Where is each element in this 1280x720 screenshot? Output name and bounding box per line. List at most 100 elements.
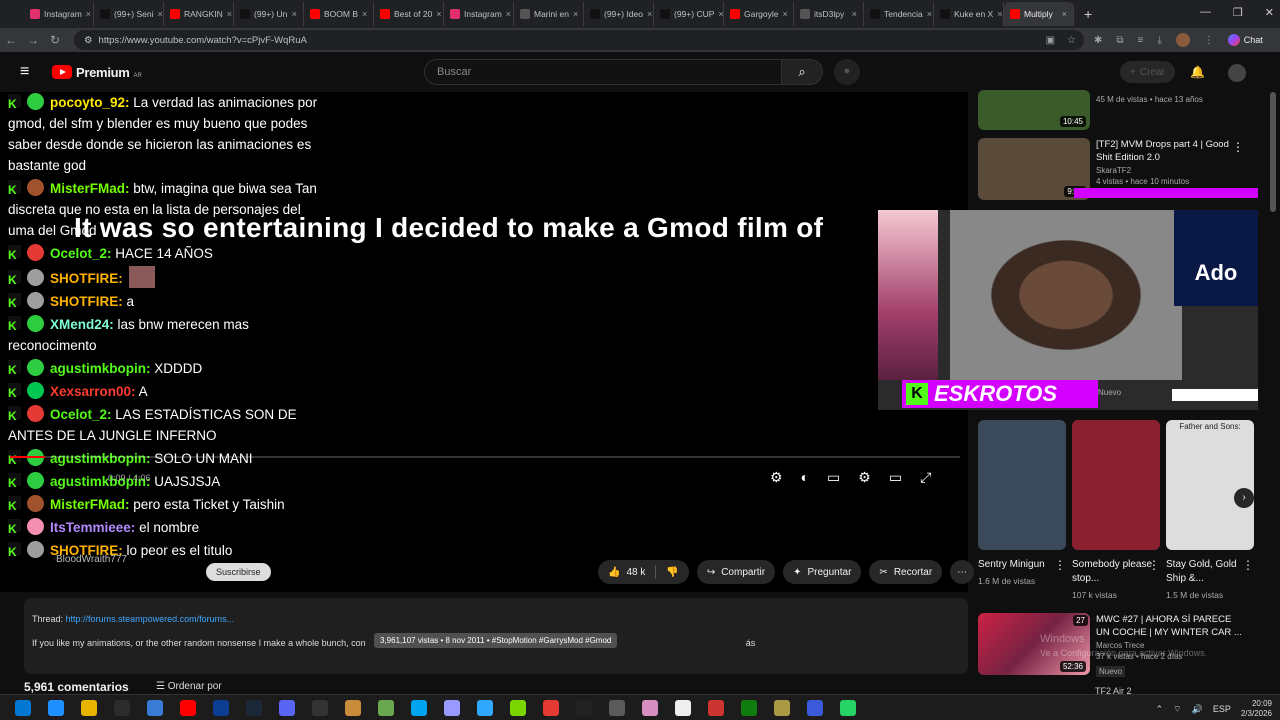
like-button[interactable]: 👍 48 k 👎 [598, 560, 689, 584]
network-icon[interactable]: ⌔ [1173, 704, 1181, 715]
video-progress-bar[interactable] [10, 456, 960, 458]
taskbar-app-icon[interactable] [410, 699, 427, 716]
browser-tab[interactable]: Instagram × [444, 2, 514, 26]
browser-tab[interactable]: Multiply × [1004, 2, 1074, 26]
tab-close-icon[interactable]: × [86, 9, 91, 19]
taskbar-app-icon[interactable] [179, 699, 196, 716]
tab-close-icon[interactable]: × [157, 9, 162, 19]
short-menu-icon[interactable]: ⋮ [1054, 558, 1066, 572]
video-channel[interactable]: SkaraTF2 [1096, 166, 1246, 175]
theater-mode-icon[interactable]: ▭ [889, 469, 902, 486]
taskbar-app-icon[interactable] [509, 699, 526, 716]
tab-close-icon[interactable]: × [927, 9, 932, 19]
thread-link[interactable]: http://forums.steampowered.com/forums... [66, 614, 235, 624]
more-actions-button[interactable]: ⋯ [950, 560, 975, 584]
windows-start-icon[interactable] [14, 699, 31, 716]
chat-button[interactable]: Chat [1227, 34, 1263, 46]
browser-tab[interactable]: (99+) Seni × [94, 2, 164, 26]
browser-tab[interactable]: itsD3lpy × [794, 2, 864, 26]
sort-comments-button[interactable]: ☰ Ordenar por [156, 681, 222, 692]
tab-close-icon[interactable]: × [506, 9, 511, 19]
hamburger-menu-icon[interactable]: ≡ [20, 63, 36, 81]
tab-close-icon[interactable]: × [292, 9, 297, 19]
taskbar-app-icon[interactable] [740, 699, 757, 716]
tab-close-icon[interactable]: × [783, 9, 788, 19]
short-menu-icon[interactable]: ⋮ [1148, 558, 1160, 572]
taskbar-app-icon[interactable] [311, 699, 328, 716]
short-info[interactable]: Stay Gold, Gold Ship &... 1.5 M de vistas… [1166, 558, 1254, 602]
share-button[interactable]: ↪ Compartir [696, 560, 776, 584]
taskbar-app-icon[interactable] [80, 699, 97, 716]
new-tab-button[interactable]: + [1084, 6, 1092, 22]
autoplay-settings-icon[interactable]: ⚙ [770, 469, 783, 486]
short-menu-icon[interactable]: ⋮ [1242, 558, 1254, 572]
taskbar-app-icon[interactable] [113, 699, 130, 716]
settings-gear-icon[interactable]: ⚙ [858, 469, 871, 486]
taskbar-app-icon[interactable] [245, 699, 262, 716]
short-info[interactable]: Sentry Minigun 1.6 M de vistas ⋮ [978, 558, 1066, 602]
create-button[interactable]: + Crear [1120, 61, 1175, 83]
short-thumbnail[interactable]: Father and Sons: [1166, 420, 1254, 550]
browser-tab[interactable]: Gargoyle × [724, 2, 794, 26]
bookmark-star-icon[interactable]: ☆ [1067, 35, 1076, 46]
restore-icon[interactable]: ❐ [1233, 6, 1243, 19]
browser-tab[interactable]: Kuke en X × [934, 2, 1004, 26]
taskbar-app-icon[interactable] [278, 699, 295, 716]
youtube-premium-logo[interactable]: Premium AR [52, 65, 142, 80]
sidebar-video[interactable]: 52:36 27 MWC #27 | AHORA SÍ PARECE UN COC… [978, 613, 1258, 679]
taskbar-app-icon[interactable] [575, 699, 592, 716]
taskbar-app-icon[interactable] [377, 699, 394, 716]
close-window-icon[interactable]: ✕ [1265, 6, 1274, 19]
tray-chevron-icon[interactable]: ⌃ [1156, 704, 1164, 715]
taskbar-app-icon[interactable] [674, 699, 691, 716]
fullscreen-icon[interactable]: ⤢ [920, 469, 931, 486]
short-info[interactable]: Somebody please stop... 107 k vistas ⋮ [1072, 558, 1160, 602]
shorts-next-icon[interactable]: › [1234, 488, 1254, 508]
taskbar-app-icon[interactable] [641, 699, 658, 716]
taskbar-app-icon[interactable] [212, 699, 229, 716]
search-input[interactable]: Buscar [424, 59, 782, 85]
browser-tab[interactable]: BOOM B × [304, 2, 374, 26]
profile-avatar[interactable] [1175, 33, 1190, 47]
browser-tab[interactable]: (99+) Ideo × [584, 2, 654, 26]
sidebar-video[interactable]: 10:45 45 M de vistas • hace 13 años [978, 90, 1258, 130]
back-icon[interactable]: ← [0, 33, 22, 47]
menu-dots-icon[interactable]: ⋮ [1204, 35, 1214, 46]
search-button[interactable]: ⌕ [781, 59, 823, 85]
tab-close-icon[interactable]: × [573, 9, 578, 19]
install-icon[interactable]: ▣ [1046, 35, 1055, 46]
taskbar-app-icon[interactable] [542, 699, 559, 716]
browser-tab[interactable]: Instagram × [24, 2, 94, 26]
video-title[interactable]: [TF2] MVM Drops part 4 | Good Shit Editi… [1096, 138, 1246, 164]
taskbar-app-icon[interactable] [806, 699, 823, 716]
subtitles-icon[interactable]: ▭ [827, 469, 840, 486]
video-thumbnail[interactable]: 10:45 [978, 90, 1090, 130]
reload-icon[interactable]: ↻ [44, 33, 66, 47]
tab-close-icon[interactable]: × [436, 9, 441, 19]
tab-close-icon[interactable]: × [647, 9, 652, 19]
taskbar-app-icon[interactable] [476, 699, 493, 716]
taskbar-app-icon[interactable] [47, 699, 64, 716]
tab-close-icon[interactable]: × [362, 9, 367, 19]
taskbar-app-icon[interactable] [443, 699, 460, 716]
taskbar-app-icon[interactable] [773, 699, 790, 716]
url-field[interactable]: ⚙ https://www.youtube.com/watch?v=cPjvF-… [74, 30, 1084, 50]
browser-tab[interactable]: RANGKIN × [164, 2, 234, 26]
voice-search-button[interactable]: ● [834, 59, 860, 85]
browser-tab[interactable]: (99+) CUP × [654, 2, 724, 26]
taskbar-clock[interactable]: 20:09 2/3/2026 [1241, 699, 1272, 719]
language-indicator[interactable]: ESP [1213, 704, 1231, 714]
site-info-icon[interactable]: ⚙ [84, 35, 93, 46]
video-title[interactable]: MWC #27 | AHORA SÍ PARECE UN COCHE | MY … [1096, 613, 1246, 639]
browser-tab[interactable]: Best of 20 × [374, 2, 444, 26]
ask-button[interactable]: ✦ Preguntar [783, 560, 862, 584]
short-thumbnail[interactable] [1072, 420, 1160, 550]
browser-tab[interactable]: (99+) Un × [234, 2, 304, 26]
taskbar-app-icon[interactable] [608, 699, 625, 716]
forward-icon[interactable]: → [22, 33, 44, 47]
tab-close-icon[interactable]: × [852, 9, 857, 19]
clip-button[interactable]: ✂ Recortar [869, 560, 943, 584]
taskbar-app-icon[interactable] [707, 699, 724, 716]
autoplay-toggle-icon[interactable]: ◐ [801, 469, 809, 486]
media-icon[interactable]: ≡ [1138, 35, 1144, 46]
